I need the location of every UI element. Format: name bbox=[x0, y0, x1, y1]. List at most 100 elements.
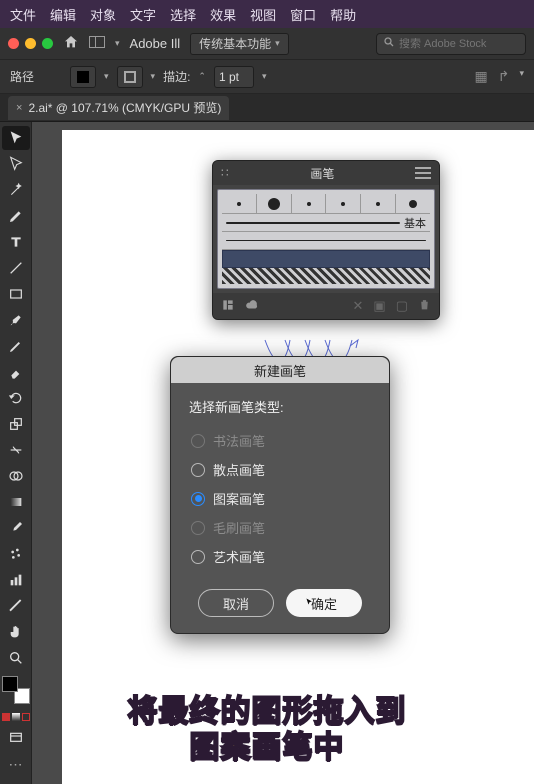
libraries-cloud-icon[interactable] bbox=[245, 298, 259, 315]
width-tool[interactable] bbox=[2, 438, 30, 462]
paintbrush-tool[interactable] bbox=[2, 308, 30, 332]
menu-view[interactable]: 视图 bbox=[246, 3, 280, 26]
brushes-panel[interactable]: ∷ 画笔 基本 ✕ ▣ ▢ bbox=[212, 160, 440, 320]
radio-label: 散点画笔 bbox=[213, 460, 265, 479]
home-icon[interactable] bbox=[63, 34, 79, 53]
menu-type[interactable]: 文字 bbox=[126, 3, 160, 26]
chevron-down-icon[interactable]: ▾ bbox=[519, 68, 524, 85]
stroke-width-input[interactable] bbox=[214, 66, 254, 88]
transform-icon[interactable]: ↱ bbox=[498, 68, 510, 85]
new-brush-dialog: 新建画笔 选择新画笔类型: 书法画笔 散点画笔 图案画笔 毛刷画笔 艺术画笔 取… bbox=[170, 356, 390, 634]
brush-options-icon[interactable]: ▣ bbox=[373, 298, 385, 314]
radio-calligraphy: 书法画笔 bbox=[189, 426, 371, 455]
type-tool[interactable] bbox=[2, 230, 30, 254]
stroke-brush-row[interactable] bbox=[222, 232, 430, 250]
brushes-list[interactable]: 基本 bbox=[217, 189, 435, 289]
selection-type-label: 路径 bbox=[10, 68, 34, 85]
stroke-width-dec[interactable]: ⌃ bbox=[198, 71, 206, 82]
right-options: ▦ ↱ ▾ bbox=[475, 68, 525, 85]
control-bar: 路径 ▾ ▾ 描边: ⌃ ▾ ▦ ↱ ▾ bbox=[0, 60, 534, 94]
document-title: 2.ai* @ 107.71% (CMYK/GPU 预览) bbox=[28, 99, 221, 116]
search-icon bbox=[383, 36, 395, 51]
gradient-tool[interactable] bbox=[2, 490, 30, 514]
radio-icon[interactable] bbox=[191, 492, 205, 506]
pen-tool[interactable] bbox=[2, 204, 30, 228]
brush-libraries-icon[interactable] bbox=[221, 298, 235, 315]
grip-icon[interactable]: ∷ bbox=[221, 166, 230, 180]
tool-column: ⋯ bbox=[0, 122, 32, 784]
stroke-swatch[interactable] bbox=[117, 66, 143, 88]
line-tool[interactable] bbox=[2, 256, 30, 280]
radio-label: 书法画笔 bbox=[213, 431, 265, 450]
document-tab[interactable]: × 2.ai* @ 107.71% (CMYK/GPU 预览) bbox=[8, 96, 229, 120]
arrange-docs-icon[interactable] bbox=[89, 36, 105, 51]
shape-builder-tool[interactable] bbox=[2, 464, 30, 488]
slice-tool[interactable] bbox=[2, 594, 30, 618]
delete-brush-icon[interactable] bbox=[418, 298, 431, 314]
brushes-panel-header[interactable]: ∷ 画笔 bbox=[213, 161, 439, 185]
basic-brush-row[interactable]: 基本 bbox=[222, 214, 430, 232]
align-icon[interactable]: ▦ bbox=[475, 68, 488, 85]
maximize-icon[interactable] bbox=[42, 38, 53, 49]
selection-tool[interactable] bbox=[2, 126, 30, 150]
menu-edit[interactable]: 编辑 bbox=[46, 3, 80, 26]
selected-brush-row[interactable] bbox=[222, 250, 430, 268]
close-icon[interactable] bbox=[8, 38, 19, 49]
menu-window[interactable]: 窗口 bbox=[286, 3, 320, 26]
video-caption: 将最终的图形拖入到 图案画笔中 bbox=[0, 694, 534, 766]
menu-select[interactable]: 选择 bbox=[166, 3, 200, 26]
chevron-down-icon[interactable]: ▾ bbox=[151, 71, 156, 82]
radio-art[interactable]: 艺术画笔 bbox=[189, 542, 371, 571]
window-controls bbox=[8, 38, 53, 49]
document-tab-bar: × 2.ai* @ 107.71% (CMYK/GPU 预览) bbox=[0, 94, 534, 122]
rectangle-tool[interactable] bbox=[2, 282, 30, 306]
minimize-icon[interactable] bbox=[25, 38, 36, 49]
menu-file[interactable]: 文件 bbox=[6, 3, 40, 26]
fill-swatch[interactable] bbox=[70, 66, 96, 88]
close-tab-icon[interactable]: × bbox=[16, 102, 22, 114]
workspace-label: 传统基本功能 bbox=[199, 35, 271, 52]
cancel-button[interactable]: 取消 bbox=[198, 589, 274, 617]
app-bar: ▾ Adobe Ill 传统基本功能 ▾ bbox=[0, 28, 534, 60]
symbol-sprayer-tool[interactable] bbox=[2, 542, 30, 566]
menu-bar: 文件 编辑 对象 文字 选择 效果 视图 窗口 帮助 bbox=[0, 0, 534, 28]
search-input[interactable] bbox=[399, 38, 519, 50]
ok-button[interactable]: 确定 bbox=[286, 589, 362, 617]
menu-object[interactable]: 对象 bbox=[86, 3, 120, 26]
hand-tool[interactable] bbox=[2, 620, 30, 644]
brushes-panel-footer: ✕ ▣ ▢ bbox=[213, 293, 439, 319]
dialog-title: 新建画笔 bbox=[171, 357, 389, 383]
menu-effect[interactable]: 效果 bbox=[206, 3, 240, 26]
radio-icon[interactable] bbox=[191, 550, 205, 564]
remove-stroke-icon[interactable]: ✕ bbox=[353, 298, 364, 314]
pencil-tool[interactable] bbox=[2, 334, 30, 358]
eraser-tool[interactable] bbox=[2, 360, 30, 384]
chevron-down-icon[interactable]: ▾ bbox=[262, 71, 267, 82]
search-stock[interactable] bbox=[376, 33, 526, 55]
radio-pattern[interactable]: 图案画笔 bbox=[189, 484, 371, 513]
menu-help[interactable]: 帮助 bbox=[326, 3, 360, 26]
zoom-tool[interactable] bbox=[2, 646, 30, 670]
magic-wand-tool[interactable] bbox=[2, 178, 30, 202]
scale-tool[interactable] bbox=[2, 412, 30, 436]
radio-label: 艺术画笔 bbox=[213, 547, 265, 566]
new-brush-icon[interactable]: ▢ bbox=[396, 298, 408, 314]
chevron-down-icon[interactable]: ▾ bbox=[115, 38, 120, 49]
radio-label: 毛刷画笔 bbox=[213, 518, 265, 537]
panel-menu-icon[interactable] bbox=[415, 167, 431, 179]
radio-icon[interactable] bbox=[191, 463, 205, 477]
chevron-down-icon: ▾ bbox=[275, 38, 280, 49]
chevron-down-icon[interactable]: ▾ bbox=[104, 71, 109, 82]
calligraphic-brush-row[interactable] bbox=[222, 194, 430, 214]
radio-scatter[interactable]: 散点画笔 bbox=[189, 455, 371, 484]
rotate-tool[interactable] bbox=[2, 386, 30, 410]
dialog-prompt: 选择新画笔类型: bbox=[189, 397, 371, 416]
hatch-brush-row[interactable] bbox=[222, 268, 430, 284]
eyedropper-tool[interactable] bbox=[2, 516, 30, 540]
workspace-dropdown[interactable]: 传统基本功能 ▾ bbox=[190, 33, 289, 55]
graph-tool[interactable] bbox=[2, 568, 30, 592]
fill-color[interactable] bbox=[2, 676, 18, 692]
direct-select-tool[interactable] bbox=[2, 152, 30, 176]
radio-icon bbox=[191, 521, 205, 535]
radio-label: 图案画笔 bbox=[213, 489, 265, 508]
